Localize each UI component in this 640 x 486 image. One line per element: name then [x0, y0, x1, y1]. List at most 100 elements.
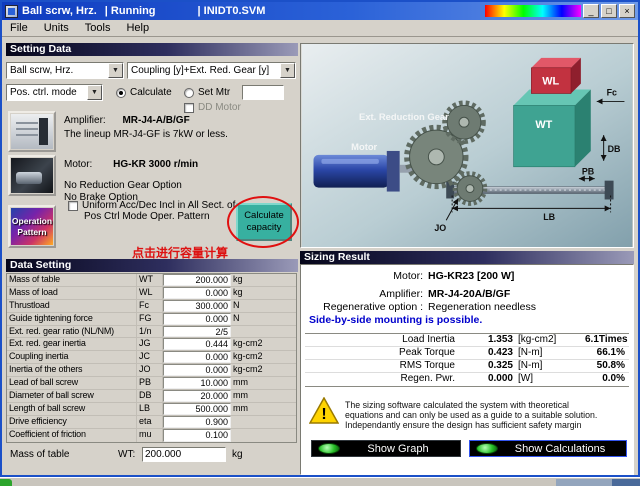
control-mode-combo[interactable]: Pos. ctrl. mode ▼	[6, 84, 103, 101]
table-row[interactable]: Coefficient of friction mu 0.100	[7, 429, 296, 442]
result-value: 0.000	[455, 373, 513, 386]
param-unit: N	[231, 300, 296, 312]
menu-tools[interactable]: Tools	[77, 22, 119, 34]
start-button-fragment[interactable]	[0, 479, 12, 486]
warning-mark: !	[321, 406, 326, 423]
param-unit: N	[231, 313, 296, 325]
param-value[interactable]: 2/5	[163, 326, 231, 338]
param-value[interactable]: 500.000	[163, 403, 231, 415]
table-row[interactable]: Length of ball screw LB 500.000 mm	[7, 403, 296, 416]
amplifier-button[interactable]	[8, 111, 56, 152]
param-label: Ext. red. gear inertia	[7, 338, 137, 350]
result-amplifier-value: MR-J4-20A/B/GF	[428, 288, 510, 300]
disclaimer-line-2: equations and can only be used as a guid…	[345, 410, 597, 420]
param-symbol: LB	[137, 403, 163, 415]
param-label: Length of ball screw	[7, 403, 137, 415]
result-row: Peak Torque 0.423 [N-m] 66.1%	[305, 347, 629, 360]
param-value[interactable]: 20.000	[163, 390, 231, 402]
dd-motor-label: DD Motor	[198, 102, 241, 113]
table-row[interactable]: Mass of load WL 0.000 kg	[7, 287, 296, 300]
param-unit	[231, 429, 296, 442]
result-amplifier-label: Amplifier:	[301, 288, 423, 300]
radio-icon[interactable]	[184, 88, 194, 98]
param-value[interactable]: 0.444	[163, 338, 231, 350]
checkbox-icon[interactable]	[184, 103, 194, 113]
chevron-down-icon[interactable]: ▼	[87, 85, 102, 100]
table-row[interactable]: Inertia of the others JO 0.000 kg-cm2	[7, 364, 296, 377]
dd-motor-checkbox[interactable]: DD Motor	[184, 102, 241, 113]
result-ratio: 6.1Times	[585, 334, 632, 347]
minimize-button[interactable]: _	[583, 4, 599, 18]
radio-set-mtr[interactable]: Set Mtr	[184, 87, 230, 98]
param-value[interactable]: 200.000	[163, 274, 231, 286]
show-calculations-button[interactable]: Show Calculations	[469, 440, 627, 457]
param-value[interactable]: 300.000	[163, 300, 231, 312]
taskbar-item-fragment[interactable]	[556, 479, 612, 486]
param-value[interactable]: 0.100	[163, 429, 231, 442]
table-row[interactable]: Thrustload Fc 300.000 N	[7, 300, 296, 313]
mechanism-combo[interactable]: Coupling [y]+Ext. Red. Gear [y] ▼	[127, 62, 296, 79]
operation-pattern-icon: Operation Pattern	[11, 208, 53, 245]
main-content: Setting Data Ball scrw, Hrz. ▼ Coupling …	[2, 37, 638, 475]
param-label: Thrustload	[7, 300, 137, 312]
result-amplifier-line: Amplifier: MR-J4-20A/B/GF	[301, 288, 629, 300]
param-unit: kg	[231, 287, 296, 299]
edit-row-unit: kg	[232, 449, 243, 460]
db-label: DB	[608, 144, 621, 154]
machine-type-combo[interactable]: Ball scrw, Hrz. ▼	[6, 62, 124, 79]
param-value[interactable]: 0.000	[163, 287, 231, 299]
table-row[interactable]: Mass of table WT 200.000 kg	[7, 274, 296, 287]
table-row[interactable]: Diameter of ball screw DB 20.000 mm	[7, 390, 296, 403]
chevron-down-icon[interactable]: ▼	[108, 63, 123, 78]
sizing-result-header: Sizing Result	[300, 251, 634, 264]
radio-icon[interactable]	[116, 88, 126, 98]
close-button[interactable]: ×	[619, 4, 635, 18]
amplifier-label: Amplifier:	[64, 115, 106, 126]
radio-calculate[interactable]: Calculate	[116, 87, 172, 98]
param-value[interactable]: 0.000	[163, 313, 231, 325]
edit-row-label: Mass of table	[10, 449, 69, 460]
param-symbol: JC	[137, 351, 163, 363]
wl-label: WL	[542, 76, 559, 88]
result-unit: [N-m]	[513, 347, 585, 360]
param-symbol: WL	[137, 287, 163, 299]
param-value[interactable]: 10.000	[163, 377, 231, 389]
param-label: Mass of load	[7, 287, 137, 299]
table-row[interactable]: Ext. red. gear ratio (NL/NM) 1/n 2/5	[7, 326, 296, 339]
param-value[interactable]: 0.900	[163, 416, 231, 428]
param-unit	[231, 326, 296, 338]
calculate-capacity-button[interactable]: Calculate capacity	[236, 203, 292, 241]
menu-help[interactable]: Help	[118, 22, 157, 34]
param-label: Guide tightening force	[7, 313, 137, 325]
result-row: Regen. Pwr. 0.000 [W] 0.0%	[305, 373, 629, 386]
param-value[interactable]: 0.000	[163, 351, 231, 363]
menu-file[interactable]: File	[2, 22, 36, 34]
titlebar[interactable]: Ball scrw, Hrz. | Running | INIDT0.SVM _…	[2, 2, 638, 20]
table-row[interactable]: Ext. red. gear inertia JG 0.444 kg-cm2	[7, 338, 296, 351]
param-value[interactable]: 0.000	[163, 364, 231, 376]
param-symbol: mu	[137, 429, 163, 442]
warning-icon: !	[309, 397, 339, 424]
result-value: 0.423	[455, 347, 513, 360]
app-window: Ball scrw, Hrz. | Running | INIDT0.SVM _…	[0, 0, 640, 477]
show-graph-button[interactable]: Show Graph	[311, 440, 461, 457]
param-unit: kg-cm2	[231, 338, 296, 350]
operation-pattern-button[interactable]: Operation Pattern	[8, 205, 56, 248]
amplifier-device-icon	[11, 114, 53, 149]
chevron-down-icon[interactable]: ▼	[280, 63, 295, 78]
table-row[interactable]: Lead of ball screw PB 10.000 mm	[7, 377, 296, 390]
mass-of-table-input[interactable]	[142, 447, 226, 462]
menu-units[interactable]: Units	[36, 22, 77, 34]
motor-button[interactable]	[8, 155, 56, 196]
result-row: RMS Torque 0.325 [N-m] 50.8%	[305, 360, 629, 373]
maximize-button[interactable]: □	[601, 4, 617, 18]
setting-panel: Setting Data Ball scrw, Hrz. ▼ Coupling …	[6, 43, 298, 473]
table-row[interactable]: Drive efficiency eta 0.900	[7, 416, 296, 429]
set-mtr-input[interactable]	[242, 85, 284, 100]
table-row[interactable]: Coupling inertia JC 0.000 kg-cm2	[7, 351, 296, 364]
checkbox-icon[interactable]	[68, 201, 78, 211]
table-row[interactable]: Guide tightening force FG 0.000 N	[7, 313, 296, 326]
result-regen-line: Regenerative option : Regeneration needl…	[301, 301, 629, 313]
uniform-accdec-checkbox[interactable]: Uniform Acc/Dec Incl in All Sect. of	[68, 200, 235, 211]
eye-icon	[318, 443, 340, 454]
